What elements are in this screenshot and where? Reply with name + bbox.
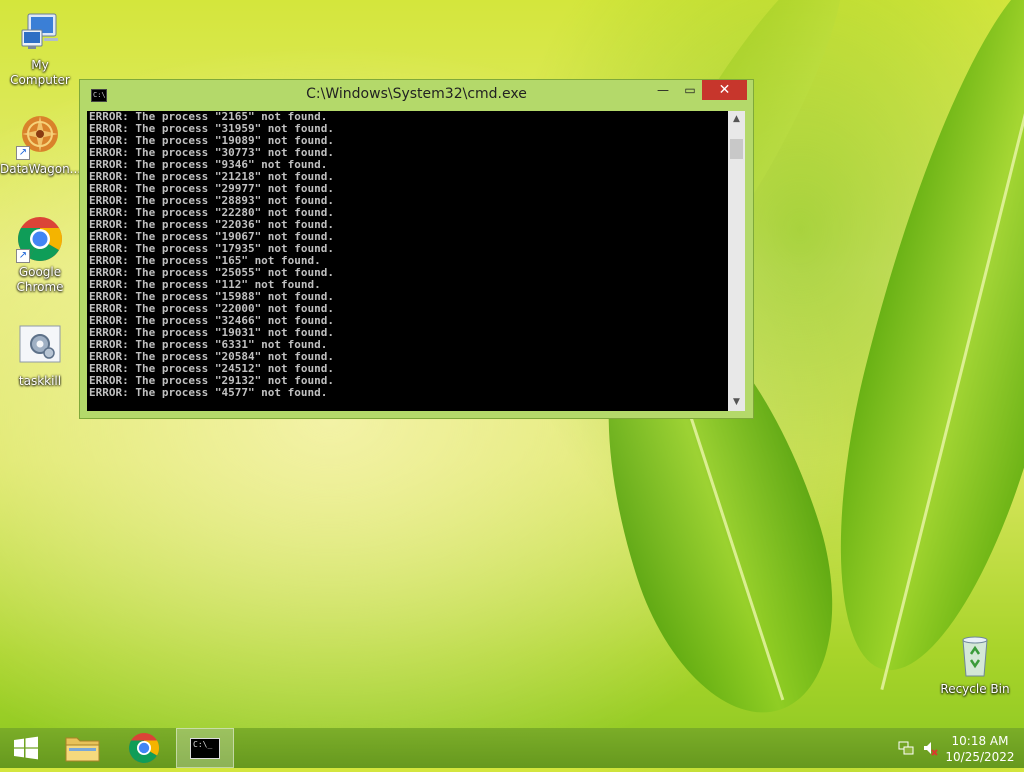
computer-icon [16, 8, 64, 56]
scroll-up-button[interactable]: ▲ [728, 111, 745, 128]
desktop-icon-google-chrome[interactable]: ↗ Google Chrome [0, 215, 80, 295]
volume-muted-icon[interactable] [922, 740, 938, 759]
clock-time: 10:18 AM [951, 734, 1009, 748]
folder-icon [65, 737, 100, 762]
desktop-icon-label: My Computer [10, 58, 70, 87]
scroll-thumb[interactable] [730, 139, 743, 159]
cmd-window[interactable]: C:\ C:\Windows\System32\cmd.exe — ▭ ✕ ER… [79, 79, 754, 419]
scroll-down-button[interactable]: ▼ [728, 394, 745, 411]
minimize-button[interactable]: — [650, 80, 676, 100]
console-text: ERROR: The process "2165" not found. ERR… [87, 111, 728, 399]
taskbar-file-explorer[interactable] [55, 728, 111, 768]
maximize-button[interactable]: ▭ [677, 80, 703, 100]
desktop-icon-datawagon[interactable]: ↗ DataWagon... [0, 112, 82, 177]
cmd-icon: C:\_ [190, 738, 220, 759]
recycle-bin-icon [951, 632, 999, 680]
desktop-icon-label: Google Chrome [16, 265, 64, 294]
clock-date: 10/25/2022 [945, 750, 1015, 764]
desktop-icon-recycle-bin[interactable]: Recycle Bin [935, 632, 1015, 697]
vertical-scrollbar[interactable]: ▲ ▼ [728, 111, 745, 411]
datawagon-icon: ↗ [16, 112, 64, 160]
desktop-icon-label: taskkill [18, 374, 62, 388]
shortcut-arrow-icon: ↗ [16, 249, 30, 263]
taskbar: C:\_ 10:18 AM 10/25/2022 [0, 728, 1024, 768]
start-button[interactable] [0, 728, 56, 768]
taskbar-cmd[interactable]: C:\_ [176, 728, 234, 768]
desktop-icon-label: DataWagon... [0, 162, 82, 176]
console-line: ERROR: The process "4577" not found. [89, 386, 328, 399]
network-icon[interactable] [898, 740, 914, 759]
chrome-icon [128, 733, 160, 764]
shortcut-arrow-icon: ↗ [16, 146, 30, 160]
clock[interactable]: 10:18 AM 10/25/2022 [940, 733, 1020, 765]
desktop-icon-label: Recycle Bin [940, 682, 1010, 696]
close-button[interactable]: ✕ [702, 80, 747, 100]
cmd-titlebar[interactable]: C:\ C:\Windows\System32\cmd.exe — ▭ ✕ [80, 80, 753, 110]
console-output[interactable]: ERROR: The process "2165" not found. ERR… [87, 111, 728, 411]
chrome-icon: ↗ [16, 215, 64, 263]
windows-logo-icon [14, 736, 38, 760]
desktop-icon-my-computer[interactable]: My Computer [0, 8, 80, 88]
desktop-icon-taskkill[interactable]: taskkill [0, 324, 80, 389]
gear-file-icon [16, 324, 64, 372]
taskbar-chrome[interactable] [116, 728, 172, 768]
